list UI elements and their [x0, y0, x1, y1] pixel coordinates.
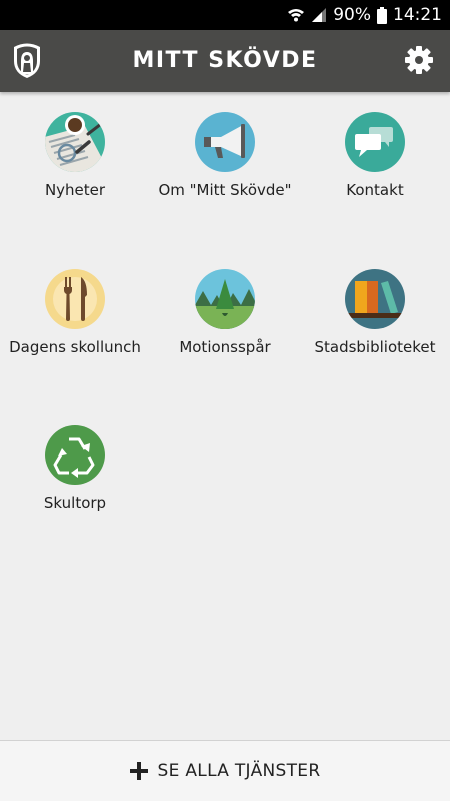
fork-knife-icon — [45, 269, 105, 329]
service-tile-stadsbiblioteket[interactable]: Stadsbiblioteket — [300, 249, 450, 359]
service-label: Stadsbiblioteket — [314, 338, 436, 356]
service-label: Nyheter — [44, 181, 106, 199]
service-tile-kontakt[interactable]: Kontakt — [300, 92, 450, 202]
gear-icon[interactable] — [404, 45, 434, 75]
service-tile-om-mitt-skovde[interactable]: Om "Mitt Skövde" — [150, 92, 300, 202]
recycle-icon — [45, 425, 105, 485]
service-label: Skultorp — [43, 494, 107, 512]
forest-trail-icon — [195, 269, 255, 329]
service-label: Dagens skollunch — [9, 338, 141, 356]
service-tile-motionsspar[interactable]: Motionsspår — [150, 249, 300, 359]
app-title: MITT SKÖVDE — [132, 48, 318, 73]
status-icons: 90% 14:21 — [287, 0, 442, 30]
wifi-icon — [288, 9, 305, 22]
service-label: Motionsspår — [179, 338, 271, 356]
see-all-services-button[interactable]: SE ALLA TJÄNSTER — [0, 740, 450, 801]
service-tile-dagens-skollunch[interactable]: Dagens skollunch — [0, 249, 150, 359]
books-icon — [345, 269, 405, 329]
newspaper-icon — [45, 112, 105, 172]
clock: 14:21 — [393, 5, 442, 25]
service-tile-skultorp[interactable]: Skultorp — [0, 405, 150, 515]
status-bar: 90% 14:21 — [0, 0, 450, 30]
battery-icon — [377, 6, 387, 24]
service-label: Om "Mitt Skövde" — [158, 181, 292, 199]
service-label: Kontakt — [346, 181, 404, 199]
app-bar: MITT SKÖVDE — [0, 30, 450, 92]
chat-bubbles-icon — [345, 112, 405, 172]
see-all-services-label: SE ALLA TJÄNSTER — [157, 761, 321, 781]
signal-icon — [312, 8, 327, 22]
plus-icon — [129, 762, 148, 780]
service-tile-nyheter[interactable]: Nyheter — [0, 92, 150, 202]
battery-percent: 90% — [333, 5, 371, 25]
megaphone-icon — [195, 112, 255, 172]
